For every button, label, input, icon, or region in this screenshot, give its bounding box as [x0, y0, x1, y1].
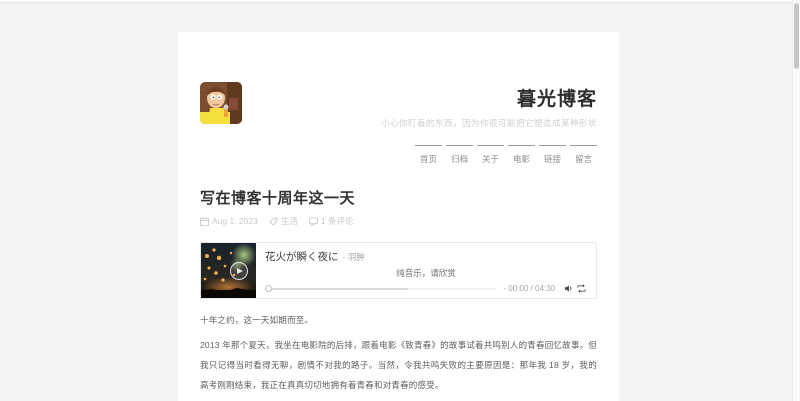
progress-bar[interactable] — [265, 284, 497, 292]
volume-button[interactable] — [564, 284, 573, 293]
post-paragraph: 十年之约，这一天如期而至。 — [200, 315, 314, 325]
tag-icon — [269, 216, 278, 226]
site-header: 暮光博客 小心你盯着的东西，因为你很可能把它塑造成某种形状 首页 归档 关于 电影 链接… — [200, 82, 597, 165]
play-button[interactable] — [230, 262, 248, 280]
post-title[interactable]: 写在博客十周年这一天 — [200, 187, 597, 208]
calendar-icon — [200, 216, 209, 226]
player-lyric: 纯音乐，请欣赏 — [396, 268, 456, 278]
song-artist: - 羽肿 — [342, 252, 365, 262]
nav-item-4[interactable]: 电影 — [508, 145, 535, 165]
time-label: - 00:00 / 04:30 — [503, 284, 555, 293]
audio-player: 花火が瞬く夜に - 羽肿 纯音乐，请欣赏 - 00:00 / 04:30 — [200, 242, 597, 299]
post-meta: Aug 1, 2023 生活 1 条评论 — [200, 215, 597, 227]
page-card: 暮光博客 小心你盯着的东西，因为你很可能把它塑造成某种形状 首页 归档 关于 电影 链接… — [178, 32, 619, 401]
song-row: 花火が瞬く夜に - 羽肿 — [265, 249, 587, 264]
meta-category-label: 生活 — [280, 216, 298, 226]
browser-top-strip — [0, 0, 800, 3]
scrollbar-thumb[interactable] — [794, 3, 799, 69]
site-nav: 首页 归档 关于 电影 链接 留言 — [411, 145, 597, 165]
loop-button[interactable] — [576, 284, 587, 293]
nav-item-3[interactable]: 关于 — [477, 145, 504, 165]
loop-icon — [577, 284, 586, 293]
player-controls: - 00:00 / 04:30 — [265, 284, 587, 293]
nav-item-1[interactable]: 首页 — [415, 145, 442, 165]
album-art[interactable] — [201, 243, 256, 298]
scrollbar-track[interactable] — [792, 0, 800, 401]
site-subtitle: 小心你盯着的东西，因为你很可能把它塑造成某种形状 — [380, 118, 597, 128]
progress-thumb[interactable] — [265, 284, 272, 292]
meta-date-label: Aug 1, 2023 — [212, 216, 258, 226]
site-header-right: 暮光博客 小心你盯着的东西，因为你很可能把它塑造成某种形状 首页 归档 关于 电影 链接… — [242, 82, 597, 165]
song-title: 花火が瞬く夜に — [265, 251, 339, 263]
site-title[interactable]: 暮光博客 — [517, 89, 597, 111]
play-icon — [237, 268, 243, 274]
nav-item-6[interactable]: 留言 — [570, 145, 597, 165]
avatar-cartoon-icon — [200, 82, 242, 124]
nav-item-5[interactable]: 链接 — [539, 145, 566, 165]
site-avatar[interactable] — [200, 82, 242, 124]
player-body: 花火が瞬く夜に - 羽肿 纯音乐，请欣赏 - 00:00 / 04:30 — [256, 243, 596, 298]
meta-comments-label: 1 条评论 — [320, 216, 354, 226]
meta-comments[interactable]: 1 条评论 — [308, 215, 354, 227]
volume-icon — [564, 285, 572, 292]
meta-category[interactable]: 生活 — [269, 215, 298, 227]
article-main: 写在博客十周年这一天 Aug 1, 2023 生活 1 条评论 花火が瞬く夜に … — [200, 187, 597, 401]
post-content: 十年之约，这一天如期而至。 2013 年那个夏天，我坐在电影院的后排，跟着电影《致… — [200, 310, 597, 401]
post-paragraph: 2013 年那个夏天，我坐在电影院的后排，跟着电影《致青春》的故事试着共鸣别人的… — [200, 340, 597, 390]
nav-item-2[interactable]: 归档 — [446, 145, 473, 165]
comment-icon — [308, 216, 318, 226]
progress-loaded — [265, 287, 409, 290]
meta-date: Aug 1, 2023 — [200, 216, 258, 226]
